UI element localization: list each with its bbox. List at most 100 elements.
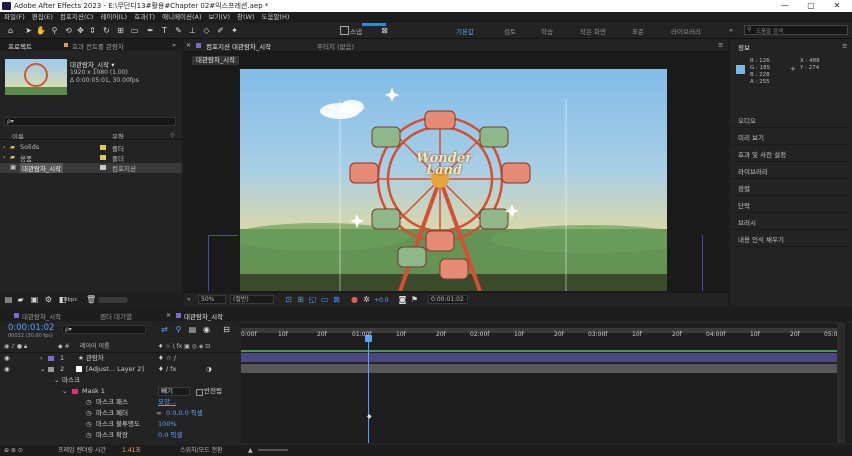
workspace-standard[interactable]: 표준: [632, 26, 644, 36]
footer-toggles-icon[interactable]: ⊕ ⊛ ⊙: [4, 445, 23, 456]
visibility-icon[interactable]: ◉: [4, 364, 10, 375]
layer-1-bar[interactable]: [241, 353, 845, 362]
stopwatch-icon[interactable]: ◷: [86, 397, 92, 408]
settings-icon[interactable]: ⚙: [44, 295, 53, 304]
zoom-slider[interactable]: [258, 449, 288, 451]
tab-comp-active[interactable]: 대관람차_시작: [184, 311, 223, 321]
col-layer-name[interactable]: 레이어 이름: [80, 341, 110, 352]
comp-flowchart-icon[interactable]: ⇄: [160, 325, 169, 334]
snap-options-icon[interactable]: ⊠: [380, 26, 389, 35]
hand-tool-icon[interactable]: ✋: [36, 26, 46, 35]
color-channels-icon[interactable]: ●: [350, 295, 359, 304]
rectangle-tool-icon[interactable]: ▭: [130, 26, 139, 35]
tab-footage[interactable]: 푸티지 (없음): [317, 41, 354, 51]
panel-audio[interactable]: 오디오: [732, 114, 848, 128]
layer-switches[interactable]: ♦ ☆ /: [158, 353, 176, 364]
maximize-button[interactable]: ▢: [798, 0, 824, 12]
stopwatch-icon[interactable]: ◷: [86, 419, 92, 430]
flowchart-icon[interactable]: ⊹: [170, 131, 175, 139]
folder-expand-icon[interactable]: ›: [3, 153, 6, 161]
mask-mode-select[interactable]: 빼기: [158, 387, 190, 396]
project-item[interactable]: › ▰ Solids 폴더: [0, 143, 182, 153]
label-color-swatch[interactable]: [100, 155, 106, 160]
menu-help[interactable]: 도움말(H): [262, 12, 290, 23]
tab-composition[interactable]: 컴포지션 대관람차_시작: [206, 41, 271, 51]
tab-render-queue[interactable]: 렌더 대기열: [100, 311, 132, 321]
property-value[interactable]: 0.0 픽셀: [158, 430, 182, 441]
link-icon[interactable]: ∞: [156, 408, 161, 419]
viewer-timecode[interactable]: 0:00:01:02: [428, 295, 468, 304]
close-tab-icon[interactable]: ✕: [186, 42, 191, 49]
viewer-menu-icon[interactable]: ≡: [718, 41, 723, 49]
mask-property-row[interactable]: ◷ 마스크 불투명도 100%: [0, 419, 240, 430]
type-tool-icon[interactable]: T: [160, 26, 169, 35]
project-search-input[interactable]: ρ▾: [4, 117, 176, 126]
menu-window[interactable]: 창(W): [237, 12, 254, 23]
zoom-tool-icon[interactable]: ⚲: [50, 26, 59, 35]
breadcrumb[interactable]: 대관람차_시작: [192, 56, 240, 65]
workspace-review[interactable]: 검토: [504, 26, 516, 36]
tab-project[interactable]: 프로젝트: [8, 41, 32, 51]
orbit-tool-icon[interactable]: ⟲: [64, 26, 73, 35]
menu-file[interactable]: 파일(F): [4, 12, 25, 23]
panel-effects-presets[interactable]: 효과 및 사전 설정: [732, 148, 848, 162]
home-icon[interactable]: ⌂: [6, 26, 15, 35]
expand-layer-icon[interactable]: ›: [40, 353, 43, 364]
interpret-footage-icon[interactable]: ▤: [4, 295, 13, 304]
minimize-button[interactable]: —: [772, 0, 798, 12]
timeline-search-input[interactable]: ρ▾: [62, 325, 146, 334]
workspaces-overflow-icon[interactable]: »: [729, 26, 733, 34]
close-button[interactable]: ✕: [824, 0, 850, 12]
menu-effect[interactable]: 효과(T): [134, 12, 155, 23]
timeline-scrollbar[interactable]: [837, 323, 845, 443]
panel-align[interactable]: 정렬: [732, 182, 848, 196]
stopwatch-icon[interactable]: ◷: [86, 408, 92, 419]
motion-blur-icon[interactable]: ◉: [202, 325, 211, 334]
zoom-out-icon[interactable]: ▲: [248, 445, 253, 456]
panel-overflow-icon[interactable]: »: [172, 41, 176, 49]
brush-tool-icon[interactable]: ✎: [174, 26, 183, 35]
magnification-expand-icon[interactable]: »: [187, 296, 191, 303]
tab-effect-controls[interactable]: 효과 컨트롤 관람차: [72, 41, 124, 51]
selection-tool-icon[interactable]: ➤: [24, 26, 33, 35]
project-item-selected[interactable]: ▣ 대관람차_시작 컴포지션: [0, 163, 182, 173]
layer-name[interactable]: ★ 관람차: [78, 353, 104, 364]
color-management-icon[interactable]: ✲: [362, 295, 371, 304]
timeline-graph[interactable]: ◆: [241, 323, 852, 443]
puppet-pin-icon[interactable]: ✦: [230, 26, 239, 35]
toggle-switches-button[interactable]: 스위치/모드 전환: [180, 445, 223, 456]
property-value[interactable]: 모양...: [158, 397, 176, 408]
stopwatch-icon[interactable]: ◷: [86, 430, 92, 441]
snap-checkbox[interactable]: [340, 26, 349, 35]
layer-row[interactable]: ◉ ⌄ 2 [Adjust... Layer 2] ♦ / fx ◑: [0, 364, 240, 375]
composition-canvas[interactable]: Wonder Land: [240, 69, 667, 291]
fast-previews-icon[interactable]: ⊡: [284, 295, 293, 304]
panel-brushes[interactable]: 브러시: [732, 216, 848, 230]
thumbnail-size-slider[interactable]: [98, 297, 128, 303]
keyframe-icon[interactable]: ◆: [367, 413, 372, 420]
resolution-select[interactable]: (절반): [230, 295, 274, 304]
panel-content-aware-fill[interactable]: 내용 인식 채우기: [732, 233, 848, 247]
pan-behind-tool-icon[interactable]: ⊞: [116, 26, 125, 35]
shy-layers-icon[interactable]: ⚲: [174, 325, 183, 334]
new-composition-icon[interactable]: ▣: [30, 295, 39, 304]
rotate-tool-icon[interactable]: ↻: [102, 26, 111, 35]
frame-blending-icon[interactable]: ▤: [188, 325, 197, 334]
help-search-input[interactable]: ⚲ 도움말 검색: [744, 25, 848, 35]
dolly-tool-icon[interactable]: ⇕: [88, 26, 97, 35]
adjustment-switch-icon[interactable]: ◑: [206, 364, 212, 375]
roto-brush-icon[interactable]: ✐: [216, 26, 225, 35]
tab-comp-inactive[interactable]: 대관람차_시작: [22, 311, 61, 321]
menu-edit[interactable]: 편집(E): [32, 12, 53, 23]
collapse-icon[interactable]: ⌄: [54, 375, 59, 386]
panel-libraries[interactable]: 라이브러리: [732, 165, 848, 179]
workspace-libraries[interactable]: 라이브러리: [671, 26, 701, 36]
property-value[interactable]: 100%: [158, 419, 177, 430]
invert-checkbox[interactable]: [196, 389, 203, 396]
transparency-grid-icon[interactable]: ⊞: [296, 295, 305, 304]
layer-label-swatch[interactable]: [48, 367, 54, 372]
comp-name-label[interactable]: 대관람차_시작 ▾: [70, 59, 114, 69]
menu-view[interactable]: 보기(V): [209, 12, 230, 23]
exposure-value[interactable]: +0.0: [374, 297, 389, 304]
clone-stamp-icon[interactable]: ⊥: [188, 26, 197, 35]
